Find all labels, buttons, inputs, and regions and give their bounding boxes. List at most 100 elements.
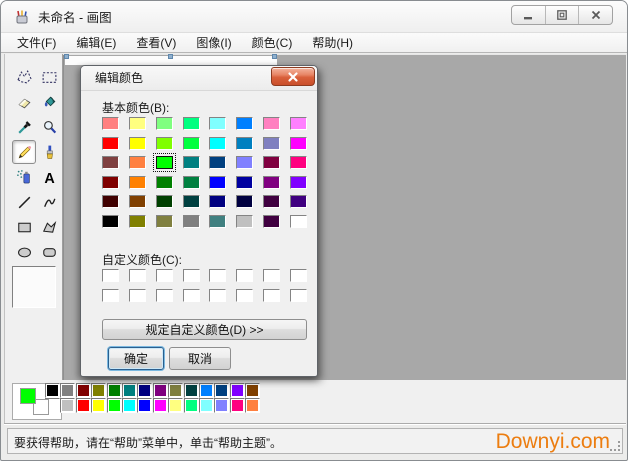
basic-color-swatch[interactable] <box>183 215 200 228</box>
tool-color-picker[interactable] <box>12 115 36 139</box>
dialog-title-bar[interactable]: 编辑颜色 <box>81 66 317 91</box>
palette-color-swatch[interactable] <box>91 383 106 398</box>
dialog-close-button[interactable] <box>271 67 315 86</box>
palette-color-swatch[interactable] <box>60 398 75 413</box>
palette-color-swatch[interactable] <box>91 398 106 413</box>
palette-color-swatch[interactable] <box>137 383 152 398</box>
palette-color-swatch[interactable] <box>214 398 229 413</box>
custom-color-swatch[interactable] <box>156 289 173 302</box>
basic-color-swatch[interactable] <box>129 215 146 228</box>
close-button[interactable] <box>578 6 612 24</box>
basic-color-swatch[interactable] <box>290 176 307 189</box>
custom-color-swatch[interactable] <box>290 289 307 302</box>
basic-color-swatch[interactable] <box>263 156 280 169</box>
palette-color-swatch[interactable] <box>184 383 199 398</box>
custom-color-swatch[interactable] <box>209 289 226 302</box>
menu-item-colors[interactable]: 颜色(C) <box>242 32 303 53</box>
menu-item-view[interactable]: 查看(V) <box>126 32 186 53</box>
resize-grip[interactable] <box>610 441 621 452</box>
tool-ellipse[interactable] <box>12 240 36 264</box>
custom-color-swatch[interactable] <box>263 289 280 302</box>
palette-color-swatch[interactable] <box>137 398 152 413</box>
palette-color-swatch[interactable] <box>60 383 75 398</box>
basic-color-swatch[interactable] <box>129 176 146 189</box>
custom-color-swatch[interactable] <box>183 289 200 302</box>
basic-color-swatch[interactable] <box>129 195 146 208</box>
custom-color-swatch[interactable] <box>290 269 307 282</box>
tool-rectangle[interactable] <box>12 215 36 239</box>
tool-eraser[interactable] <box>12 90 36 114</box>
custom-color-swatch[interactable] <box>183 269 200 282</box>
palette-color-swatch[interactable] <box>230 398 245 413</box>
basic-color-swatch[interactable] <box>156 156 173 169</box>
foreground-color-swatch[interactable] <box>20 388 36 404</box>
ok-button[interactable]: 确定 <box>108 347 164 370</box>
custom-color-swatch[interactable] <box>236 289 253 302</box>
tool-select[interactable] <box>37 65 61 89</box>
basic-color-swatch[interactable] <box>129 117 146 130</box>
palette-color-swatch[interactable] <box>184 398 199 413</box>
basic-color-swatch[interactable] <box>183 195 200 208</box>
custom-color-swatch[interactable] <box>263 269 280 282</box>
canvas-resize-handle[interactable] <box>64 54 69 59</box>
custom-color-swatch[interactable] <box>102 289 119 302</box>
basic-color-swatch[interactable] <box>209 137 226 150</box>
palette-color-swatch[interactable] <box>199 383 214 398</box>
menu-item-help[interactable]: 帮助(H) <box>302 32 363 53</box>
custom-color-swatch[interactable] <box>209 269 226 282</box>
basic-color-swatch[interactable] <box>183 176 200 189</box>
basic-color-swatch[interactable] <box>183 137 200 150</box>
palette-color-swatch[interactable] <box>153 398 168 413</box>
tool-rounded-rectangle[interactable] <box>37 240 61 264</box>
tool-free-form-select[interactable] <box>12 65 36 89</box>
basic-color-swatch[interactable] <box>263 195 280 208</box>
custom-color-swatch[interactable] <box>102 269 119 282</box>
basic-color-swatch[interactable] <box>263 137 280 150</box>
tool-magnifier[interactable] <box>37 115 61 139</box>
basic-color-swatch[interactable] <box>290 137 307 150</box>
basic-color-swatch[interactable] <box>102 176 119 189</box>
palette-color-swatch[interactable] <box>122 383 137 398</box>
basic-color-swatch[interactable] <box>236 117 253 130</box>
minimize-button[interactable] <box>512 6 545 24</box>
basic-color-swatch[interactable] <box>129 156 146 169</box>
basic-color-swatch[interactable] <box>236 156 253 169</box>
basic-color-swatch[interactable] <box>209 176 226 189</box>
custom-color-swatch[interactable] <box>156 269 173 282</box>
palette-color-swatch[interactable] <box>214 383 229 398</box>
palette-color-swatch[interactable] <box>76 398 91 413</box>
basic-color-swatch[interactable] <box>156 215 173 228</box>
basic-color-swatch[interactable] <box>236 137 253 150</box>
palette-color-swatch[interactable] <box>168 398 183 413</box>
basic-color-swatch[interactable] <box>156 195 173 208</box>
tool-airbrush[interactable] <box>12 165 36 189</box>
basic-color-swatch[interactable] <box>236 176 253 189</box>
palette-color-swatch[interactable] <box>245 398 260 413</box>
tool-fill[interactable] <box>37 90 61 114</box>
basic-color-swatch[interactable] <box>290 215 307 228</box>
palette-color-swatch[interactable] <box>199 398 214 413</box>
basic-color-swatch[interactable] <box>209 195 226 208</box>
basic-color-swatch[interactable] <box>156 137 173 150</box>
basic-color-swatch[interactable] <box>102 195 119 208</box>
basic-color-swatch[interactable] <box>236 215 253 228</box>
tool-pencil[interactable] <box>12 140 36 164</box>
basic-color-swatch[interactable] <box>156 176 173 189</box>
basic-color-swatch[interactable] <box>156 117 173 130</box>
basic-color-swatch[interactable] <box>290 195 307 208</box>
basic-color-swatch[interactable] <box>209 215 226 228</box>
palette-color-swatch[interactable] <box>122 398 137 413</box>
menu-item-file[interactable]: 文件(F) <box>7 32 66 53</box>
basic-color-swatch[interactable] <box>290 117 307 130</box>
define-custom-colors-button[interactable]: 规定自定义颜色(D) >> <box>102 319 307 340</box>
custom-color-swatch[interactable] <box>129 289 146 302</box>
basic-color-swatch[interactable] <box>102 215 119 228</box>
basic-color-swatch[interactable] <box>263 215 280 228</box>
cancel-button[interactable]: 取消 <box>169 347 231 370</box>
palette-color-swatch[interactable] <box>230 383 245 398</box>
basic-color-swatch[interactable] <box>263 176 280 189</box>
custom-color-swatch[interactable] <box>236 269 253 282</box>
basic-color-swatch[interactable] <box>263 117 280 130</box>
basic-color-swatch[interactable] <box>209 117 226 130</box>
palette-color-swatch[interactable] <box>245 383 260 398</box>
